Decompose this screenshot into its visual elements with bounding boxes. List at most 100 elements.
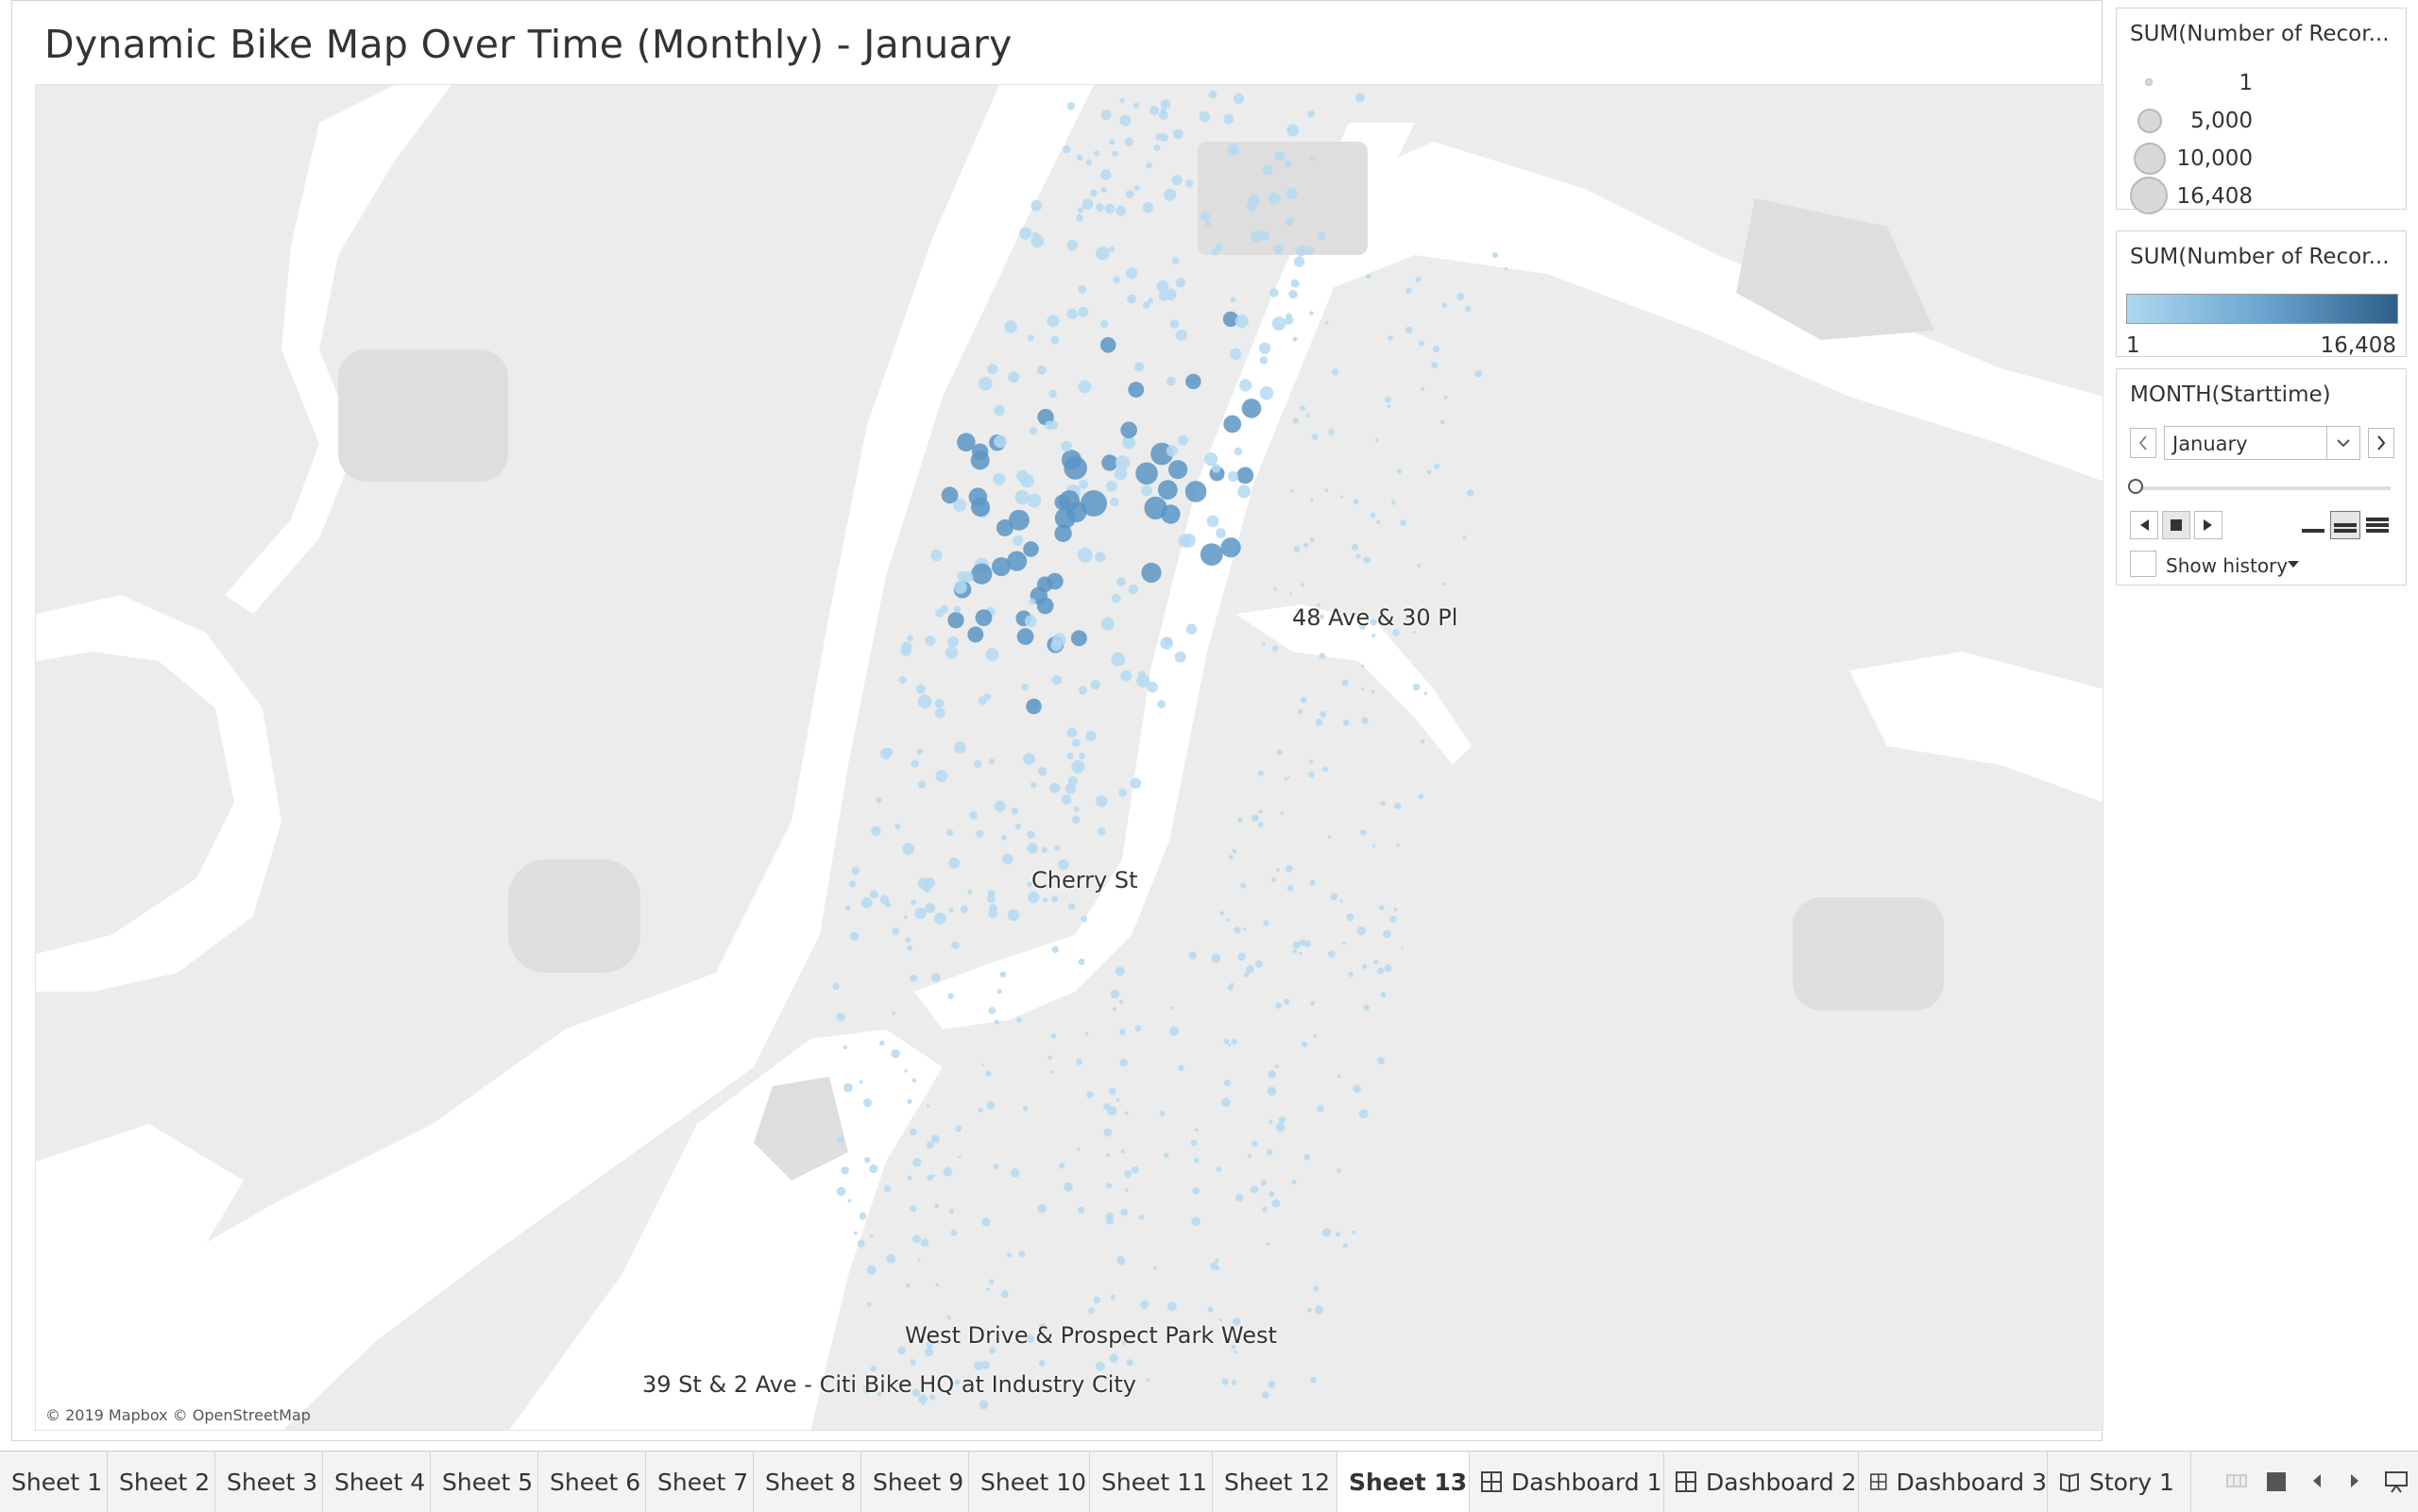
- station-marker[interactable]: [1337, 1074, 1341, 1079]
- station-marker[interactable]: [1037, 365, 1047, 375]
- station-marker[interactable]: [1361, 717, 1369, 724]
- station-marker[interactable]: [917, 1259, 921, 1263]
- station-marker[interactable]: [1066, 752, 1074, 760]
- station-marker[interactable]: [1384, 964, 1392, 973]
- station-marker[interactable]: [1051, 895, 1058, 903]
- station-marker[interactable]: [1099, 319, 1109, 329]
- station-marker[interactable]: [860, 897, 873, 909]
- station-marker[interactable]: [859, 1079, 863, 1084]
- station-marker[interactable]: [1208, 90, 1218, 99]
- station-marker[interactable]: [1241, 399, 1262, 418]
- station-marker[interactable]: [1113, 276, 1120, 284]
- station-marker[interactable]: [1211, 464, 1221, 473]
- station-marker[interactable]: [891, 1049, 900, 1059]
- station-marker[interactable]: [904, 1069, 908, 1073]
- station-marker[interactable]: [911, 1078, 917, 1083]
- month-select[interactable]: January: [2164, 426, 2360, 460]
- station-marker[interactable]: [978, 1108, 983, 1113]
- station-marker[interactable]: [993, 472, 1006, 485]
- station-marker[interactable]: [1271, 316, 1286, 331]
- station-marker[interactable]: [1223, 113, 1235, 125]
- station-marker[interactable]: [1259, 386, 1274, 400]
- station-marker[interactable]: [1284, 776, 1287, 781]
- station-marker[interactable]: [1223, 1079, 1232, 1087]
- station-marker[interactable]: [1289, 592, 1293, 595]
- station-marker[interactable]: [971, 498, 990, 517]
- station-marker[interactable]: [1146, 162, 1152, 169]
- station-marker[interactable]: [1032, 231, 1038, 238]
- station-marker[interactable]: [941, 486, 959, 504]
- station-marker[interactable]: [1105, 480, 1117, 492]
- station-marker[interactable]: [1239, 379, 1252, 392]
- station-marker[interactable]: [1374, 438, 1379, 443]
- station-marker[interactable]: [1084, 1031, 1089, 1036]
- station-marker[interactable]: [1185, 373, 1201, 390]
- station-marker[interactable]: [931, 1174, 935, 1178]
- station-marker[interactable]: [1246, 965, 1254, 974]
- station-marker[interactable]: [1331, 368, 1339, 376]
- station-marker[interactable]: [1120, 1208, 1129, 1216]
- station-marker[interactable]: [1230, 297, 1236, 303]
- tab-sheet-11[interactable]: Sheet 11: [1090, 1452, 1213, 1512]
- station-marker[interactable]: [1181, 533, 1196, 548]
- station-marker[interactable]: [903, 915, 908, 920]
- station-marker[interactable]: [853, 1231, 858, 1235]
- station-marker[interactable]: [1269, 1119, 1273, 1124]
- station-marker[interactable]: [947, 993, 954, 1000]
- station-marker[interactable]: [925, 877, 935, 888]
- station-marker[interactable]: [1231, 1039, 1237, 1045]
- station-marker[interactable]: [1133, 102, 1139, 109]
- station-marker[interactable]: [974, 1361, 983, 1370]
- station-marker[interactable]: [1431, 362, 1439, 369]
- station-marker[interactable]: [1099, 337, 1116, 353]
- station-marker[interactable]: [1081, 198, 1094, 211]
- station-marker[interactable]: [1298, 709, 1303, 715]
- station-marker[interactable]: [1257, 822, 1264, 828]
- station-marker[interactable]: [1120, 1149, 1125, 1154]
- station-marker[interactable]: [981, 1217, 991, 1227]
- station-marker[interactable]: [1026, 698, 1042, 715]
- station-marker[interactable]: [1419, 340, 1424, 347]
- station-marker[interactable]: [851, 866, 860, 875]
- station-marker[interactable]: [1233, 93, 1245, 105]
- station-marker[interactable]: [1309, 879, 1316, 886]
- station-marker[interactable]: [1228, 855, 1234, 860]
- station-marker[interactable]: [1412, 683, 1421, 691]
- station-marker[interactable]: [1315, 1305, 1324, 1315]
- play-forward-button[interactable]: [2194, 511, 2222, 539]
- station-marker[interactable]: [1023, 541, 1039, 557]
- station-marker[interactable]: [1165, 637, 1173, 645]
- station-marker[interactable]: [1235, 314, 1249, 329]
- station-marker[interactable]: [1237, 952, 1246, 961]
- tab-story-1[interactable]: Story 1: [2048, 1452, 2191, 1512]
- station-marker[interactable]: [948, 907, 954, 913]
- station-marker[interactable]: [1287, 775, 1290, 779]
- station-marker[interactable]: [886, 1254, 896, 1264]
- station-marker[interactable]: [1330, 892, 1338, 901]
- station-marker[interactable]: [1148, 297, 1154, 304]
- station-marker[interactable]: [1023, 1106, 1029, 1112]
- station-marker[interactable]: [1380, 992, 1387, 998]
- station-marker[interactable]: [1146, 1378, 1150, 1383]
- station-marker[interactable]: [1011, 807, 1019, 815]
- station-marker[interactable]: [1164, 188, 1177, 201]
- station-marker[interactable]: [1415, 277, 1422, 282]
- station-marker[interactable]: [1237, 484, 1252, 499]
- station-marker[interactable]: [910, 1205, 917, 1213]
- station-marker[interactable]: [1178, 1064, 1184, 1072]
- station-marker[interactable]: [847, 1198, 852, 1203]
- station-marker[interactable]: [1116, 577, 1126, 587]
- station-marker[interactable]: [955, 1125, 962, 1132]
- station-marker[interactable]: [1276, 868, 1280, 873]
- station-marker[interactable]: [958, 1155, 962, 1159]
- map-attribution[interactable]: © 2019 Mapbox © OpenStreetMap: [45, 1406, 311, 1424]
- station-marker[interactable]: [1021, 683, 1029, 691]
- station-marker[interactable]: [1418, 793, 1424, 800]
- station-marker[interactable]: [979, 377, 993, 391]
- station-marker[interactable]: [1132, 1165, 1139, 1174]
- speed-fast-button[interactable]: [2362, 511, 2392, 539]
- show-history-checkbox[interactable]: [2130, 551, 2156, 577]
- station-marker[interactable]: [1363, 1004, 1370, 1011]
- station-marker[interactable]: [945, 646, 959, 659]
- station-marker[interactable]: [1096, 203, 1104, 212]
